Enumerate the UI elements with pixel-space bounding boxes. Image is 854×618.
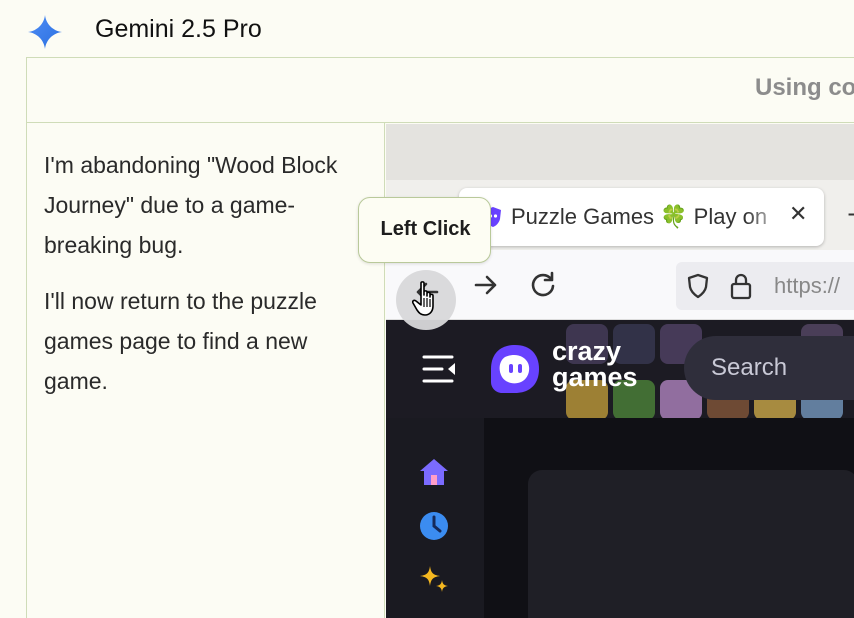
sparkle-icon[interactable]	[418, 564, 450, 596]
window-titlebar	[386, 124, 854, 180]
message-paragraph-1: I'm abandoning "Wood Block Journey" due …	[44, 152, 338, 258]
action-label: Left Click	[380, 218, 471, 240]
home-icon[interactable]	[418, 456, 450, 488]
logo-line-1: crazy	[552, 336, 622, 366]
site-side-rail	[386, 418, 484, 618]
top-band-label: Using co	[755, 74, 854, 101]
url-bar[interactable]: https://	[676, 262, 854, 310]
top-band: Using co	[27, 58, 854, 123]
menu-collapse-icon[interactable]	[422, 354, 456, 384]
new-tab-button[interactable]: +	[846, 200, 854, 228]
tab-close-icon[interactable]: ✕	[789, 202, 807, 227]
crazygames-logo-text[interactable]: crazy games	[552, 336, 662, 392]
model-name: Gemini 2.5 Pro	[95, 15, 262, 43]
gemini-sparkle-icon	[28, 15, 62, 49]
message-panel: I'm abandoning "Wood Block Journey" due …	[27, 123, 385, 618]
logo-line-2: games	[552, 362, 638, 392]
reload-icon[interactable]	[525, 267, 561, 303]
lock-icon	[730, 273, 752, 300]
site-body	[386, 418, 854, 618]
action-tooltip: Left Click	[358, 197, 491, 263]
game-content-area	[528, 470, 854, 618]
forward-arrow-icon[interactable]	[468, 267, 504, 303]
browser-tab[interactable]: Puzzle Games 🍀 Play on ✕	[459, 188, 824, 246]
site-header: crazy games Search	[386, 320, 854, 420]
shield-icon	[687, 273, 709, 299]
message-paragraph-2: I'll now return to the puzzle games page…	[44, 288, 317, 394]
search-placeholder: Search	[711, 354, 788, 381]
clock-icon[interactable]	[418, 510, 450, 542]
model-header: Gemini 2.5 Pro	[0, 0, 854, 58]
crazygames-logo-icon[interactable]	[488, 342, 542, 396]
tab-title: Puzzle Games 🍀 Play on	[511, 204, 768, 229]
hand-pointer-icon	[412, 281, 434, 316]
site-search-input[interactable]: Search	[684, 336, 854, 400]
url-text: https://	[774, 273, 841, 298]
